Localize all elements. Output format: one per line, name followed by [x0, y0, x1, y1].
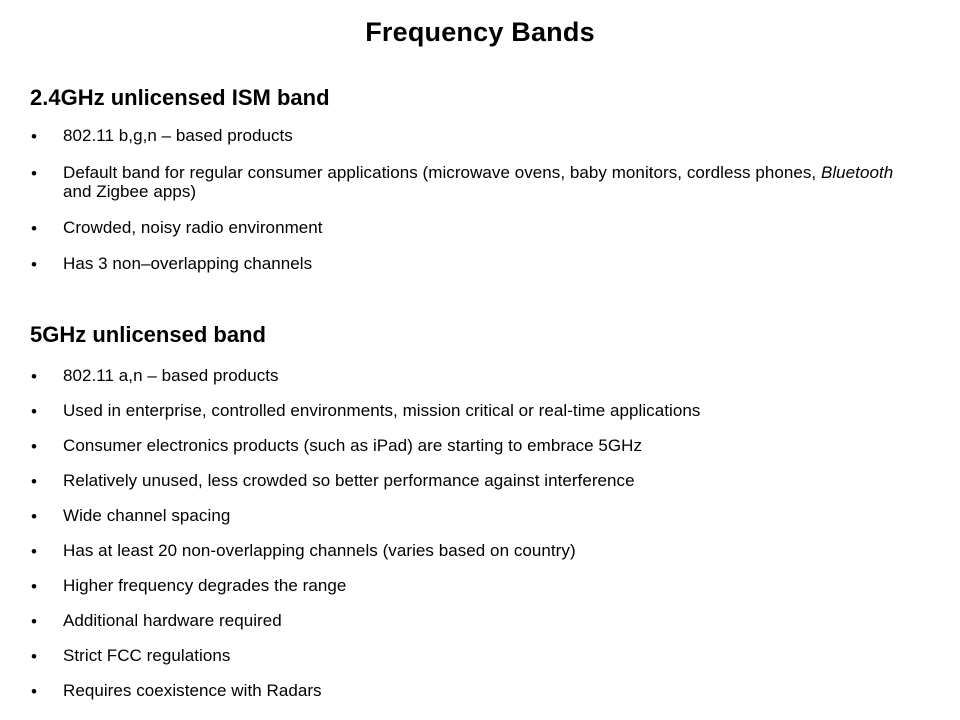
bullet-text: 802.11 b,g,n – based products	[63, 126, 293, 145]
list-item: • Higher frequency degrades the range	[30, 576, 946, 596]
bullet-icon: •	[31, 577, 37, 596]
list-item: • Relatively unused, less crowded so bet…	[30, 471, 946, 491]
bullet-text: Higher frequency degrades the range	[63, 576, 347, 595]
bullet-text: 802.11 a,n – based products	[63, 366, 279, 385]
bullet-icon: •	[31, 219, 37, 238]
bullet-icon: •	[31, 255, 37, 274]
bullet-text: Used in enterprise, controlled environme…	[63, 401, 701, 420]
bullet-text: Additional hardware required	[63, 611, 282, 630]
bullet-icon: •	[31, 507, 37, 526]
list-item: • Used in enterprise, controlled environ…	[30, 401, 946, 421]
bullet-text: Crowded, noisy radio environment	[63, 218, 323, 237]
bullet-icon: •	[31, 402, 37, 421]
bullet-text: Requires coexistence with Radars	[63, 681, 322, 700]
bullet-text: Consumer electronics products (such as i…	[63, 436, 643, 455]
bullet-text: Default band for regular consumer applic…	[63, 163, 923, 201]
list-item: • Consumer electronics products (such as…	[30, 436, 946, 456]
slide-canvas: Frequency Bands 2.4GHz unlicensed ISM ba…	[0, 0, 960, 720]
bullet-text-part-a: Default band for regular consumer applic…	[63, 163, 821, 182]
bullet-icon: •	[31, 367, 37, 386]
list-item: • Has at least 20 non-overlapping channe…	[30, 541, 946, 561]
list-item: • Strict FCC regulations	[30, 646, 946, 666]
bullet-text: Relatively unused, less crowded so bette…	[63, 471, 635, 490]
bullet-icon: •	[31, 542, 37, 561]
bullet-icon: •	[31, 612, 37, 631]
bullet-text-italic-term: Bluetooth	[820, 163, 894, 182]
bullet-icon: •	[31, 164, 37, 183]
bullet-icon: •	[31, 437, 37, 456]
list-item: • Default band for regular consumer appl…	[30, 163, 946, 201]
bullet-text: Has at least 20 non-overlapping channels…	[63, 541, 576, 560]
bullet-text: Strict FCC regulations	[63, 646, 231, 665]
section-heading-5ghz: 5GHz unlicensed band	[30, 322, 266, 347]
bullet-icon: •	[31, 472, 37, 491]
list-item: • Crowded, noisy radio environment	[30, 218, 946, 238]
bullet-icon: •	[31, 647, 37, 666]
bullet-text: Wide channel spacing	[63, 506, 231, 525]
bullet-text: Has 3 non–overlapping channels	[63, 254, 313, 273]
section-heading-2-4ghz: 2.4GHz unlicensed ISM band	[30, 85, 330, 110]
bullet-icon: •	[31, 682, 37, 701]
list-item: • 802.11 b,g,n – based products	[30, 126, 946, 146]
bullet-icon: •	[31, 127, 37, 146]
list-item: • Additional hardware required	[30, 611, 946, 631]
list-item: • Wide channel spacing	[30, 506, 946, 526]
slide-body: 2.4GHz unlicensed ISM band • 802.11 b,g,…	[0, 0, 960, 720]
list-item: • Has 3 non–overlapping channels	[30, 254, 946, 274]
list-item: • 802.11 a,n – based products	[30, 366, 946, 386]
list-item: • Requires coexistence with Radars	[30, 681, 946, 701]
bullet-text-part-b: and Zigbee apps)	[63, 182, 197, 201]
